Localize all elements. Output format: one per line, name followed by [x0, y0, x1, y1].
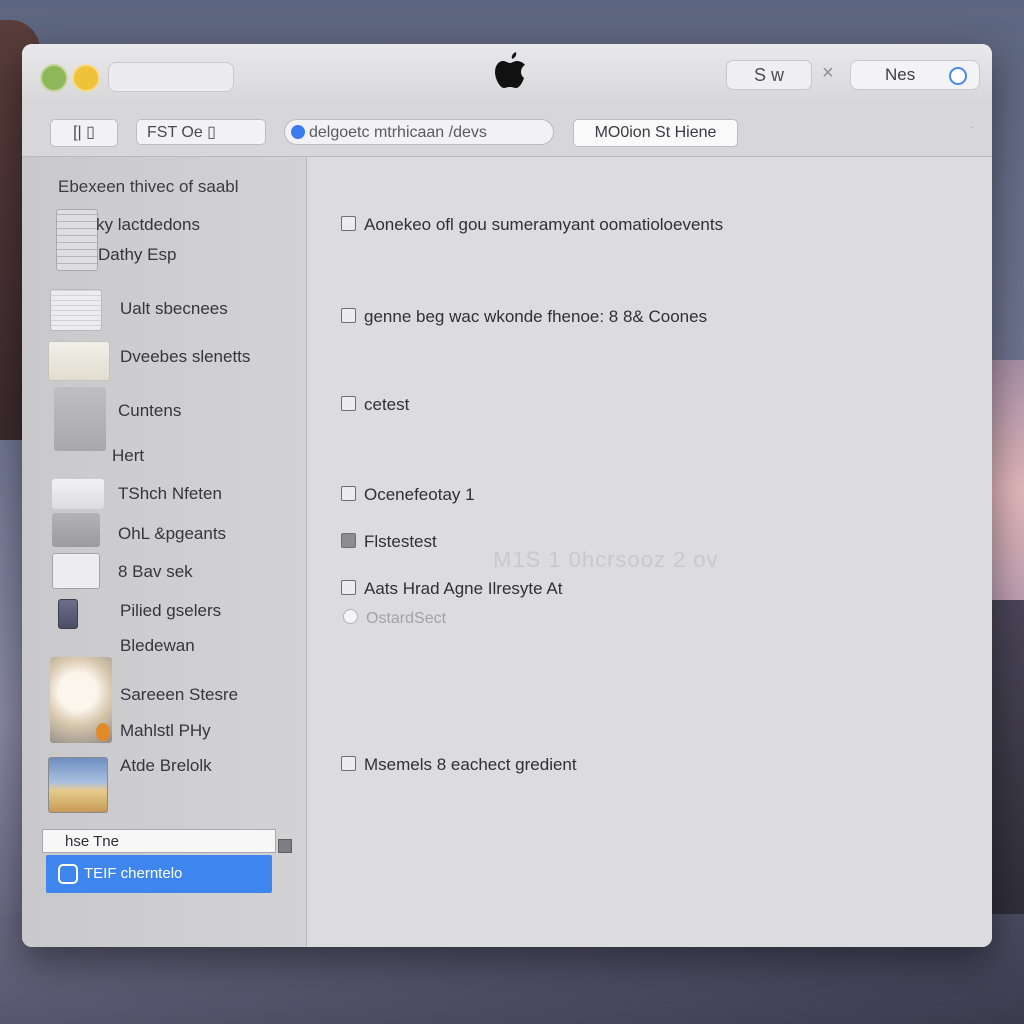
option-label: Msemels 8 eachect gredient — [364, 755, 577, 774]
sidebar-name-input[interactable]: hse Tne — [42, 829, 276, 853]
sidebar-selected-item[interactable]: TEIF cherntelo — [46, 855, 272, 893]
search-field[interactable]: S w — [726, 60, 812, 90]
sidebar-item-12[interactable]: Mahlstl PHy — [120, 721, 211, 741]
option-checkbox[interactable]: genne beg wac wkonde fhenoe: 8 8& Coones — [341, 307, 707, 327]
sidebar-selected-label: TEIF cherntelo — [84, 865, 183, 882]
main-content: Aonekeo ofl gou sumeramyant oomatioloeve… — [307, 157, 992, 947]
close-icon[interactable]: × — [822, 62, 834, 85]
title-bar: S w × Nes — [22, 44, 992, 102]
view-toggle-button[interactable]: [| ▯ — [50, 119, 118, 147]
calculator-icon — [56, 209, 98, 271]
apple-logo-icon — [495, 52, 525, 88]
sidebar-item-1[interactable]: Dathy Esp — [98, 245, 176, 265]
book-icon — [58, 599, 78, 629]
notes-toggle-icon — [949, 67, 967, 85]
checkbox-icon[interactable] — [341, 486, 356, 501]
item-icon — [58, 864, 78, 884]
sidebar-item-6[interactable]: TShch Nfeten — [118, 484, 222, 504]
notes-button[interactable]: Nes — [850, 60, 980, 90]
sidebar-item-7[interactable]: OhL &pgeants — [118, 524, 226, 544]
folder-icon — [48, 341, 110, 381]
yellow-minimize-button[interactable] — [72, 64, 100, 92]
option-checkbox[interactable]: Flstestest — [341, 532, 437, 552]
checkbox-icon[interactable] — [341, 580, 356, 595]
input-tag-icon — [278, 839, 292, 853]
resize-dot-icon: · — [970, 122, 974, 133]
checkbox-icon[interactable] — [341, 533, 356, 548]
device-selector-label: delgoetc mtrhicaan /devs — [309, 124, 487, 141]
sidebar-item-13[interactable]: Atde Brelolk — [120, 756, 212, 776]
option-checkbox[interactable]: Aats Hrad Agne Ilresyte At — [341, 579, 562, 599]
sidebar-item-4[interactable]: Cuntens — [118, 401, 181, 421]
option-label: Flstestest — [364, 532, 437, 551]
sidebar-item-11[interactable]: Sareeen Stesre — [120, 685, 238, 705]
radio-label: OstardSect — [366, 610, 447, 627]
notepad-icon — [52, 553, 100, 589]
option-label: Aonekeo ofl gou sumeramyant oomatioloeve… — [364, 215, 724, 234]
option-checkbox[interactable]: cetest — [341, 395, 409, 415]
sidebar-item-8[interactable]: 8 Bav sek — [118, 562, 193, 582]
option-checkbox[interactable]: Ocenefeotay 1 — [341, 485, 475, 505]
sidebar: Ebexeen thivec of saabl ky lactdedons Da… — [22, 157, 307, 947]
radio-icon[interactable] — [343, 609, 358, 624]
device-selector[interactable]: delgoetc mtrhicaan /devs — [284, 119, 554, 145]
title-field[interactable] — [108, 62, 234, 92]
watermark-text: M1S 1 0hcrsooz 2 ov — [493, 547, 719, 572]
option-label: genne beg wac wkonde fhenoe: 8 8& Coones — [364, 307, 708, 326]
green-zoom-button[interactable] — [40, 64, 68, 92]
checkbox-icon[interactable] — [341, 756, 356, 771]
sidebar-header: Ebexeen thivec of saabl — [58, 177, 239, 196]
option-radio[interactable]: OstardSect — [343, 609, 446, 628]
checkbox-icon[interactable] — [341, 308, 356, 323]
device-icon — [291, 125, 305, 139]
toolbar: [| ▯ FST Oe ▯ delgoetc mtrhicaan /devs M… — [22, 102, 992, 157]
photo-badge-icon — [96, 723, 110, 741]
settings-window: S w × Nes [| ▯ FST Oe ▯ delgoetc mtrhica… — [22, 44, 992, 947]
sidebar-item-10[interactable]: Bledewan — [120, 636, 195, 656]
app-icon — [52, 513, 100, 547]
notes-button-label: Nes — [885, 65, 916, 84]
option-button[interactable]: MO0ion St Hiene — [573, 119, 738, 147]
sidebar-item-0[interactable]: ky lactdedons — [96, 215, 200, 235]
option-label: Aats Hrad Agne Ilresyte At — [364, 579, 563, 598]
option-label: cetest — [364, 395, 410, 414]
contacts-icon — [54, 387, 106, 451]
landscape-icon — [48, 757, 108, 813]
checkbox-icon[interactable] — [341, 216, 356, 231]
document-icon — [50, 289, 102, 331]
option-checkbox[interactable]: Msemels 8 eachect gredient — [341, 755, 577, 775]
note-icon — [52, 479, 104, 509]
option-checkbox[interactable]: Aonekeo ofl gou sumeramyant oomatioloeve… — [341, 215, 723, 235]
sidebar-item-9[interactable]: Pilied gselers — [120, 601, 221, 621]
sidebar-item-2[interactable]: Ualt sbecnees — [120, 299, 228, 319]
checkbox-icon[interactable] — [341, 396, 356, 411]
option-label: Ocenefeotay 1 — [364, 485, 475, 504]
sidebar-item-3[interactable]: Dveebes slenetts — [120, 347, 250, 367]
fst-button[interactable]: FST Oe ▯ — [136, 119, 266, 145]
sidebar-item-5[interactable]: Hert — [112, 446, 144, 466]
